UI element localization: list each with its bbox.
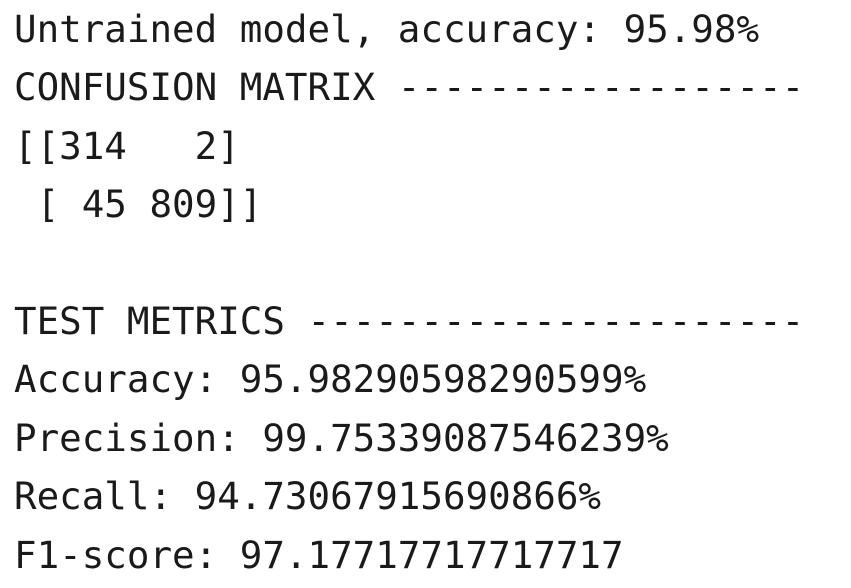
precision-metric: Precision: 99.75339087546239% (14, 415, 669, 460)
f1-score-metric: F1-score: 97.17717717717717 (14, 532, 624, 577)
confusion-matrix-row-2: [ 45 809]] (14, 182, 263, 227)
untrained-accuracy-line: Untrained model, accuracy: 95.98% (14, 7, 760, 51)
recall-metric: Recall: 94.73067915690866% (14, 474, 601, 519)
confusion-matrix-header: CONFUSION MATRIX ------------------ (14, 65, 805, 110)
confusion-matrix-row-1: [[314 2] (14, 123, 240, 168)
accuracy-metric: Accuracy: 95.98290598290599% (14, 357, 647, 402)
console-output: Untrained model, accuracy: 95.98% CONFUS… (0, 0, 851, 588)
test-metrics-header: TEST METRICS ---------------------- (14, 298, 805, 343)
